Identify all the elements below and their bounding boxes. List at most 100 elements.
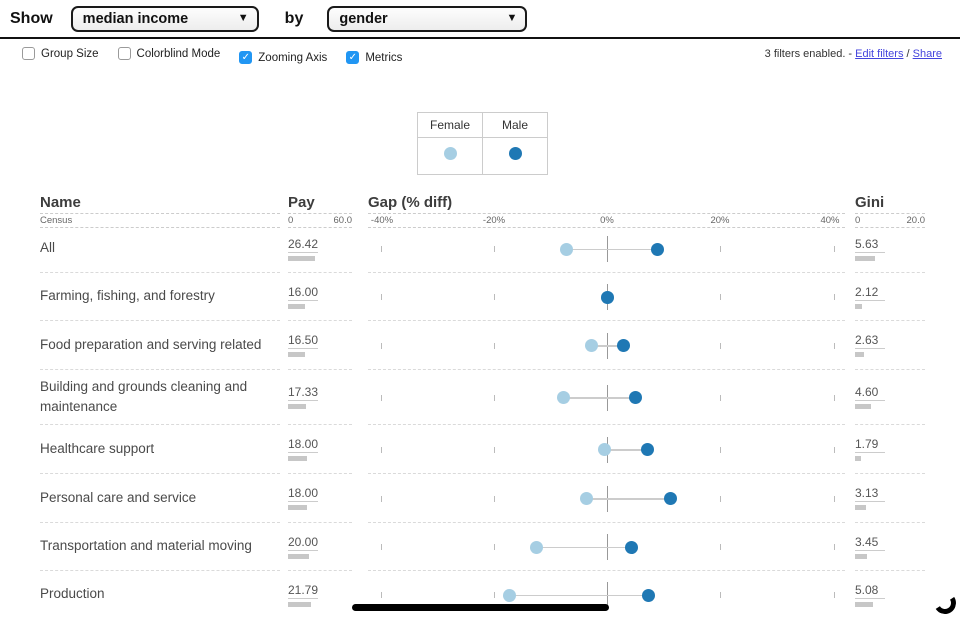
axis-tick [494,246,495,252]
gini-value: 3.13 [855,486,885,502]
axis-tick [720,294,721,300]
row-name: Personal care and service [40,474,280,523]
table-row: Personal care and service 18.00 3.13 [0,474,960,523]
show-label: Show [10,10,53,28]
filters-status-text: 3 filters enabled. - [765,48,852,60]
axis-tick [381,294,382,300]
gap-connector [510,595,649,597]
row-gini: 5.63 [855,225,925,273]
row-pay: 16.00 [288,273,352,321]
pay-bar [288,602,311,607]
show-select[interactable]: median income [71,6,259,32]
row-pay: 21.79 [288,571,352,618]
female-dot[interactable] [560,243,573,256]
pay-bar [288,256,315,261]
axis-tick [834,447,835,453]
pay-value: 26.42 [288,237,318,253]
row-name: Healthcare support [40,425,280,474]
female-dot[interactable] [503,589,516,602]
male-dot[interactable] [601,291,614,304]
axis-tick [381,343,382,349]
legend-male-label[interactable]: Male [483,113,548,138]
row-gini: 3.45 [855,523,925,571]
axis-tick [720,343,721,349]
male-dot[interactable] [651,243,664,256]
legend-male-cell[interactable] [483,138,548,175]
female-dot[interactable] [557,391,570,404]
table-row: Food preparation and serving related16.5… [0,321,960,370]
checkbox-icon[interactable] [118,47,131,60]
pay-value: 18.00 [288,486,318,502]
male-dot[interactable] [664,492,677,505]
female-dot[interactable] [530,541,543,554]
column-header-pay: Pay 0 60.0 [288,194,352,228]
axis-tick [834,592,835,598]
legend-female-label[interactable]: Female [418,113,483,138]
male-legend-dot [509,147,522,160]
column-header-gini: Gini 0 20.0 [855,194,925,228]
name-column-title: Name [40,194,280,214]
row-pay: 18.00 [288,474,352,523]
by-select[interactable]: gender [327,6,527,32]
axis-tick [381,246,382,252]
gap-connector [567,249,658,251]
axis-tick [834,395,835,401]
female-legend-dot [444,147,457,160]
row-gap-chart [368,273,845,321]
edit-filters-link[interactable]: Edit filters [855,48,903,60]
gini-bar [855,352,864,357]
female-dot[interactable] [580,492,593,505]
gini-value: 2.63 [855,333,885,349]
share-link[interactable]: Share [913,48,942,60]
row-gap-chart [368,523,845,571]
axis-tick [381,447,382,453]
row-pay: 17.33 [288,370,352,425]
row-gap-chart [368,425,845,474]
pay-bar [288,505,307,510]
axis-tick [494,592,495,598]
option-label: Colorblind Mode [137,48,221,60]
row-gap-chart [368,225,845,273]
axis-tick [834,294,835,300]
checkbox-icon[interactable]: ✓ [239,51,252,64]
row-name: Food preparation and serving related [40,321,280,370]
row-pay: 16.50 [288,321,352,370]
axis-tick [381,544,382,550]
female-dot[interactable] [598,443,611,456]
male-dot[interactable] [642,589,655,602]
pay-bar [288,456,307,461]
gini-bar [855,602,873,607]
gini-value: 1.79 [855,437,885,453]
gini-value: 2.12 [855,285,885,301]
checkbox-icon[interactable] [22,47,35,60]
axis-tick [494,496,495,502]
axis-tick [494,294,495,300]
pay-bar [288,304,305,309]
male-dot[interactable] [641,443,654,456]
pay-value: 21.79 [288,583,318,599]
gap-connector [586,498,670,500]
by-select-wrap: gender ▼ [327,6,527,32]
axis-tick [381,496,382,502]
row-name: Production [40,571,280,618]
row-gap-chart [368,474,845,523]
horizontal-scrollbar[interactable] [352,604,609,611]
male-dot[interactable] [617,339,630,352]
gini-column-title: Gini [855,194,925,214]
filters-separator: / [907,48,910,60]
checkbox-icon[interactable]: ✓ [346,51,359,64]
gap-connector [564,397,636,399]
row-gap-chart [368,370,845,425]
gini-value: 5.08 [855,583,885,599]
axis-tick [494,544,495,550]
male-dot[interactable] [629,391,642,404]
legend-female-cell[interactable] [418,138,483,175]
toolbar: Show median income ▼ by gender ▼ [0,0,960,37]
male-dot[interactable] [625,541,638,554]
axis-tick [834,544,835,550]
row-gini: 4.60 [855,370,925,425]
axis-tick [494,395,495,401]
female-dot[interactable] [585,339,598,352]
pay-value: 18.00 [288,437,318,453]
axis-tick [494,447,495,453]
